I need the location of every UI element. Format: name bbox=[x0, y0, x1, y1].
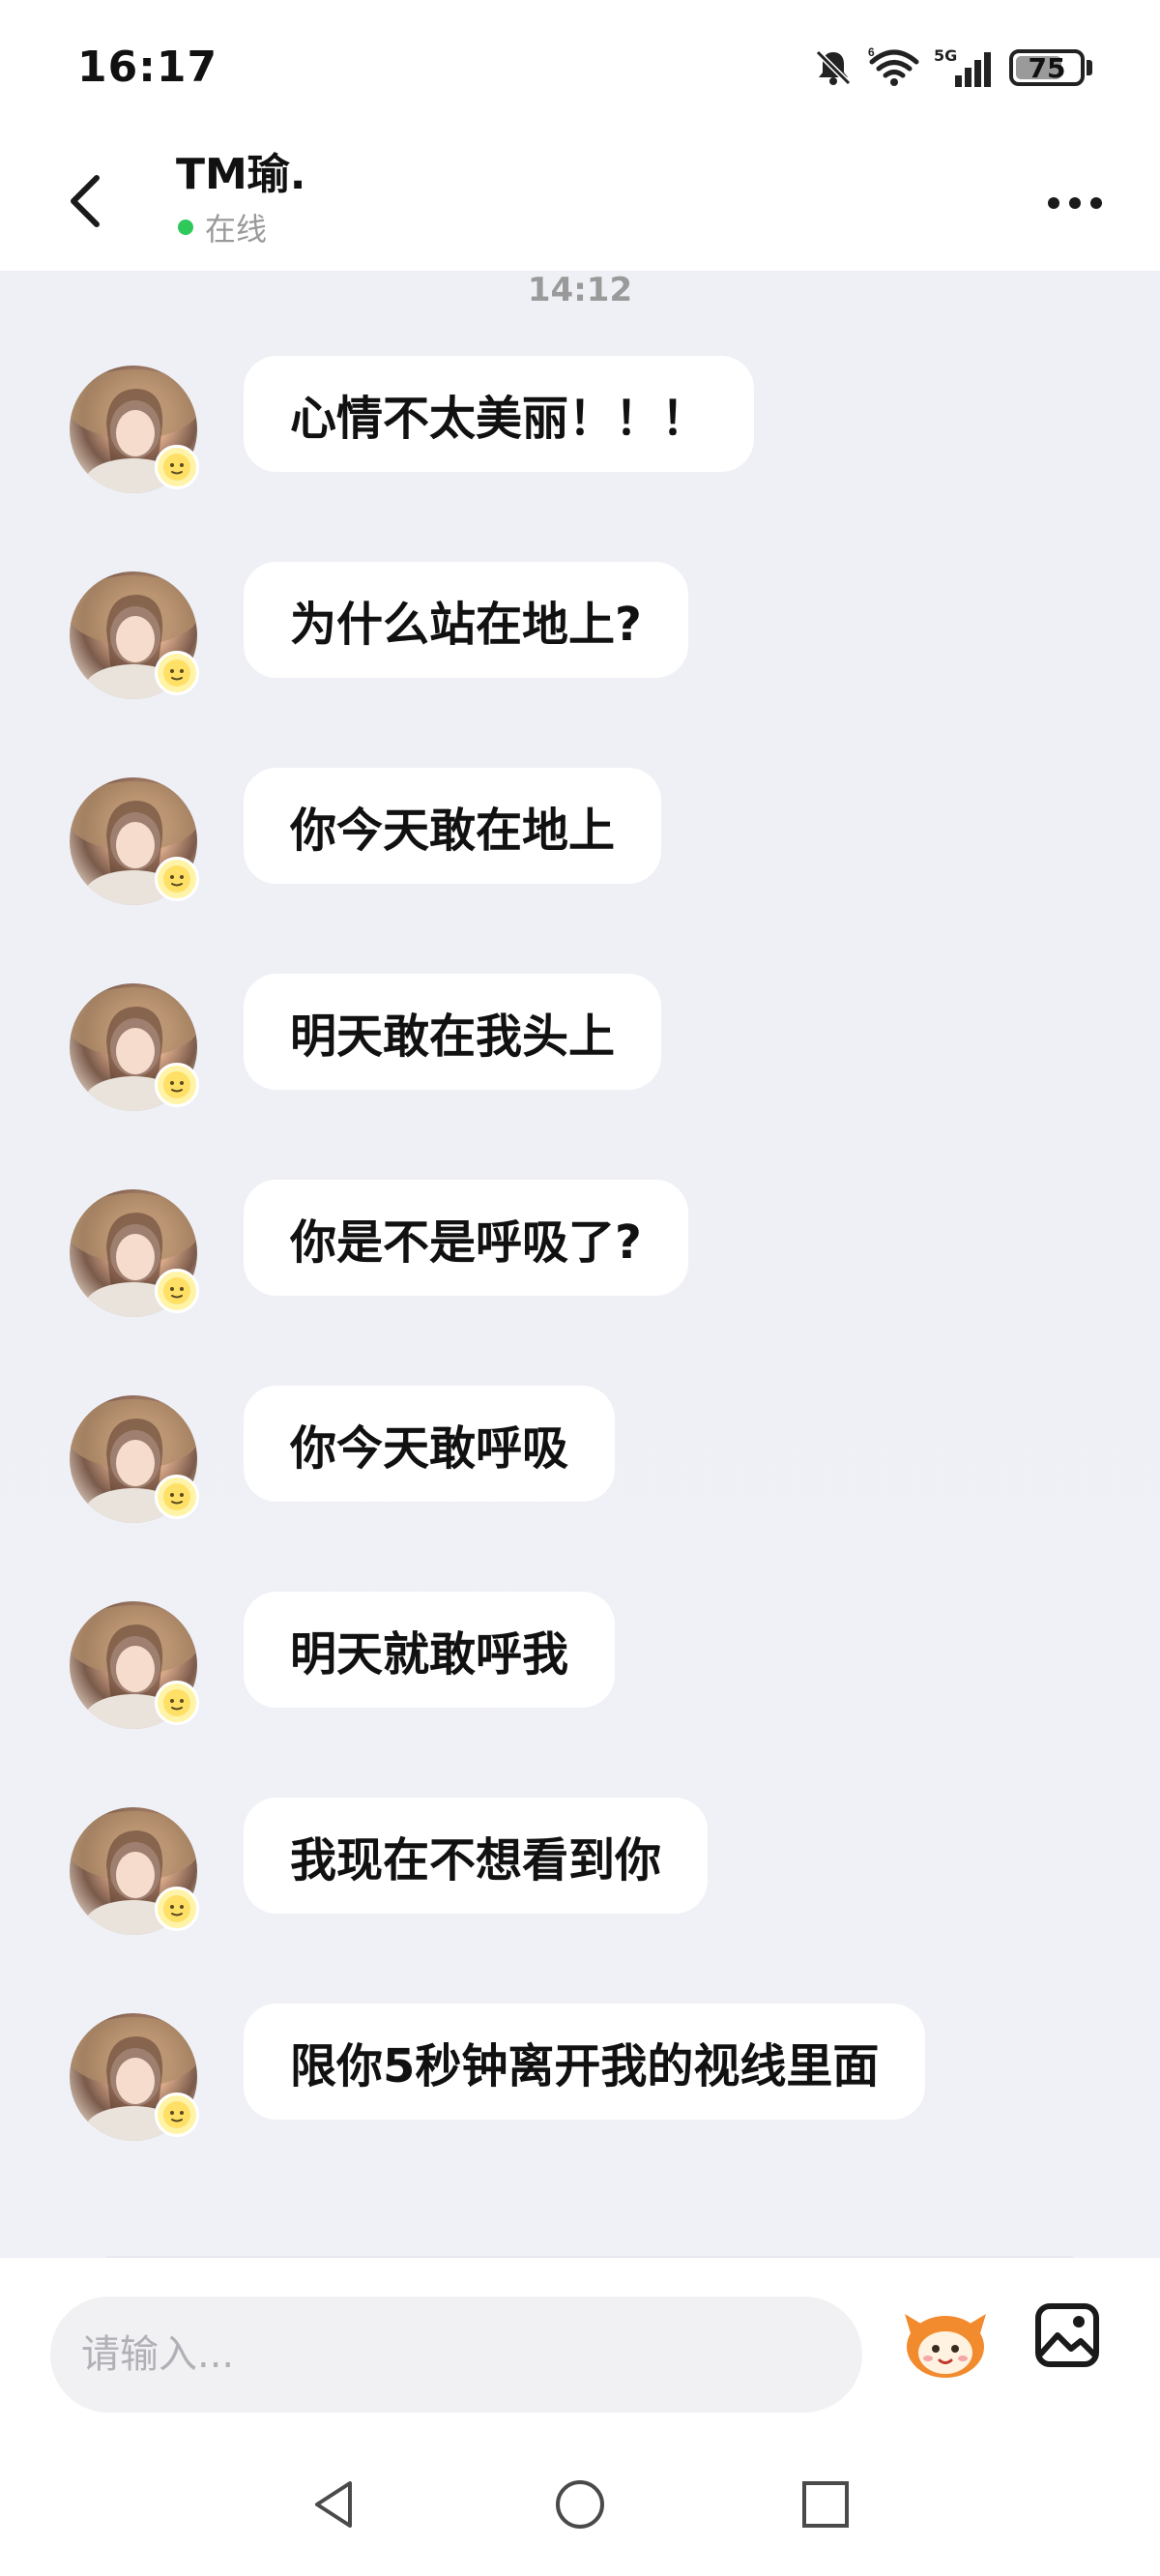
message-input[interactable] bbox=[50, 2297, 862, 2413]
triangle-back-icon bbox=[315, 2481, 352, 2528]
avatar-badge-icon bbox=[155, 2093, 199, 2137]
avatar-badge-icon bbox=[155, 1681, 199, 1725]
more-dots-icon bbox=[1048, 197, 1059, 209]
avatar-badge-icon bbox=[155, 1475, 199, 1519]
nav-recent-button[interactable] bbox=[787, 2466, 864, 2543]
contact-name[interactable]: TM瑜. bbox=[176, 139, 306, 201]
message-item: 心情不太美丽！！！ bbox=[70, 356, 1036, 493]
circle-home-icon bbox=[556, 2480, 604, 2529]
avatar-badge-icon bbox=[155, 1063, 199, 1107]
contact-status: 在线 bbox=[178, 205, 267, 249]
message-bubble[interactable]: 限你5秒钟离开我的视线里面 bbox=[244, 2004, 926, 2120]
square-recent-icon bbox=[802, 2481, 849, 2528]
online-indicator bbox=[178, 220, 193, 235]
message-bubble[interactable]: 我现在不想看到你 bbox=[244, 1798, 709, 1914]
avatar-badge-icon bbox=[155, 651, 199, 695]
status-bar: 16:17 6 5G 75 bbox=[0, 0, 1160, 135]
message-bubble[interactable]: 为什么站在地上? bbox=[244, 562, 688, 678]
message-bubble[interactable]: 你今天敢在地上 bbox=[244, 768, 662, 884]
message-item: 为什么站在地上? bbox=[70, 562, 1036, 699]
nav-home-button[interactable] bbox=[541, 2466, 619, 2543]
chat-messages-area[interactable]: 14:12 心情不太美丽！！！ 为什么站在地上? 你今天敢在地上 明天敢在我头上 你是不… bbox=[0, 271, 1160, 2258]
back-button[interactable] bbox=[54, 162, 116, 240]
svg-text:6: 6 bbox=[868, 46, 875, 59]
avatar-badge-icon bbox=[155, 1887, 199, 1931]
online-status-label: 在线 bbox=[205, 211, 268, 248]
status-time: 16:17 bbox=[77, 43, 218, 92]
cellular-signal-icon: 5G bbox=[934, 46, 996, 89]
battery-icon: 75 bbox=[1009, 49, 1092, 86]
chat-timestamp: 14:12 bbox=[527, 271, 633, 309]
message-item: 你今天敢呼吸 bbox=[70, 1386, 1036, 1523]
input-bar bbox=[0, 2258, 1160, 2427]
message-bubble[interactable]: 你是不是呼吸了? bbox=[244, 1180, 688, 1296]
avatar-badge-icon bbox=[155, 857, 199, 901]
avatar-badge-icon bbox=[155, 1269, 199, 1313]
message-item: 限你5秒钟离开我的视线里面 bbox=[70, 2004, 1036, 2141]
message-bubble[interactable]: 明天敢在我头上 bbox=[244, 974, 662, 1090]
message-bubble[interactable]: 明天就敢呼我 bbox=[244, 1592, 616, 1708]
avatar-badge-icon bbox=[155, 445, 199, 489]
wifi-icon: 6 bbox=[868, 46, 919, 86]
mascot-emoji-icon bbox=[905, 2314, 986, 2378]
battery-level: 75 bbox=[1028, 51, 1066, 84]
nav-back-button[interactable] bbox=[296, 2466, 373, 2543]
image-button[interactable] bbox=[1029, 2297, 1106, 2374]
message-item: 明天就敢呼我 bbox=[70, 1592, 1036, 1729]
chat-header: TM瑜. 在线 bbox=[0, 135, 1160, 271]
bell-muted-icon bbox=[815, 49, 852, 86]
message-item: 你是不是呼吸了? bbox=[70, 1180, 1036, 1317]
emoji-button[interactable] bbox=[899, 2297, 992, 2389]
system-nav-bar bbox=[0, 2427, 1160, 2576]
chevron-left-icon bbox=[71, 175, 100, 227]
image-icon bbox=[1035, 2303, 1099, 2367]
message-bubble[interactable]: 心情不太美丽！！！ bbox=[244, 356, 755, 472]
more-options-button[interactable] bbox=[1036, 174, 1114, 232]
message-item: 我现在不想看到你 bbox=[70, 1798, 1036, 1935]
message-bubble[interactable]: 你今天敢呼吸 bbox=[244, 1386, 616, 1502]
message-item: 你今天敢在地上 bbox=[70, 768, 1036, 905]
message-item: 明天敢在我头上 bbox=[70, 974, 1036, 1111]
status-icons: 6 5G 75 bbox=[812, 39, 1092, 97]
